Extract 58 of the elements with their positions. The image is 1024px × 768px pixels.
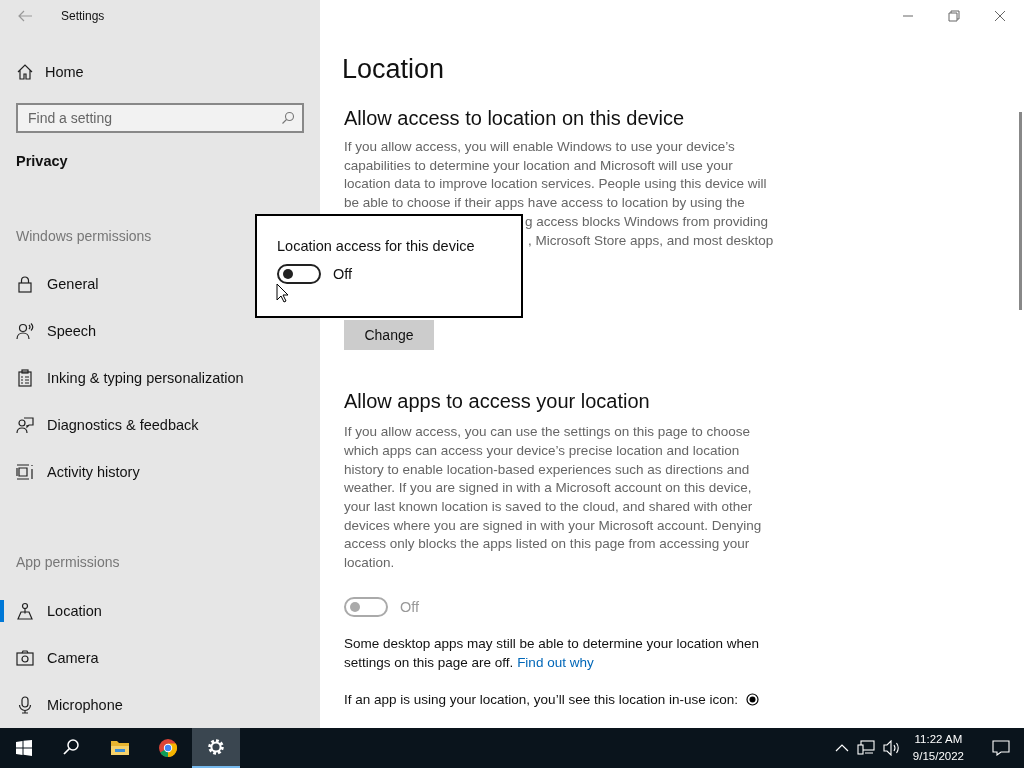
section-heading: Allow apps to access your location bbox=[344, 390, 651, 414]
scrollbar-thumb[interactable] bbox=[1019, 112, 1022, 310]
nav-item[interactable]: Activity history bbox=[0, 448, 320, 496]
toggle-label: Off bbox=[333, 266, 353, 282]
microphone-icon bbox=[16, 695, 34, 714]
windows-logo-icon bbox=[16, 740, 32, 756]
description-line: If you allow access, you will enable Windows to use your device’s bbox=[344, 138, 735, 156]
search-icon bbox=[281, 110, 295, 125]
notification-icon[interactable] bbox=[992, 740, 1010, 756]
home-link[interactable]: Home bbox=[16, 55, 84, 89]
section-title: Privacy bbox=[16, 152, 69, 169]
close-icon bbox=[994, 10, 1006, 22]
find-out-why-link[interactable]: Find out why bbox=[517, 654, 594, 670]
folder-icon bbox=[110, 738, 130, 758]
in-use-note: If an app is using your location, you’ll see this location in-use icon: bbox=[344, 692, 738, 708]
camera-icon bbox=[16, 648, 34, 667]
flyout-title: Location access for this device bbox=[277, 238, 476, 254]
page-title: Location bbox=[342, 54, 446, 85]
network-icon[interactable] bbox=[856, 740, 875, 756]
nav-item[interactable]: Speech bbox=[0, 307, 320, 355]
activity-icon bbox=[16, 462, 34, 481]
nav-item[interactable]: General bbox=[0, 260, 320, 308]
home-icon bbox=[16, 62, 34, 81]
description-text: If you allow access, you can use the settings on this page to choose which apps can access your device’s precise location and location history to enable location-based experiences such as directions and weather. If you are signed in with a Microsoft account on this device, your last known location is saved to the cloud, and shared with other devices where you are signed in with your Microsoft account. Denying access only blocks the apps listed on this page from accessing your location. bbox=[344, 423, 763, 573]
section-heading: Allow access to location on this device bbox=[344, 107, 686, 130]
nav-item[interactable]: Camera bbox=[0, 634, 320, 682]
nav-item[interactable]: Location bbox=[0, 587, 320, 635]
back-arrow-icon bbox=[17, 9, 33, 22]
lock-icon bbox=[16, 275, 34, 293]
person-sound-icon bbox=[16, 321, 34, 340]
chevron-up-icon[interactable] bbox=[834, 743, 849, 753]
person-feedback-icon bbox=[16, 415, 34, 434]
cursor-icon bbox=[276, 283, 289, 303]
window-title: Settings bbox=[61, 8, 105, 23]
restore-icon bbox=[948, 10, 960, 22]
volume-icon[interactable] bbox=[882, 740, 901, 756]
toggle-label: Off bbox=[400, 598, 420, 615]
gear-icon bbox=[206, 737, 226, 757]
change-button[interactable]: Change bbox=[344, 320, 434, 351]
group-heading: App permissions bbox=[16, 554, 120, 571]
location-icon bbox=[16, 601, 34, 620]
clock[interactable]: 11:22 AM 9/15/2022 bbox=[908, 731, 968, 765]
toggle-switch[interactable] bbox=[277, 264, 321, 284]
nav-item[interactable]: Inking & typing personalization bbox=[0, 354, 320, 402]
description-line: location data to improve location services. People using this device will bbox=[344, 175, 767, 194]
description-line: be able to choose if their apps have access to location by using the bbox=[344, 194, 745, 213]
group-heading: Windows permissions bbox=[16, 227, 152, 244]
description-line: g access blocks Windows from providing bbox=[525, 212, 769, 231]
search-field[interactable]: Find a setting bbox=[16, 102, 304, 133]
nav-item[interactable]: Microphone bbox=[0, 681, 320, 729]
browser-icon bbox=[158, 738, 178, 758]
taskbar-button[interactable] bbox=[192, 728, 240, 768]
location-in-use-icon bbox=[746, 693, 759, 707]
description-line: capabilities to determine your location and Microsoft will use your bbox=[344, 156, 733, 175]
clipboard-icon bbox=[16, 368, 34, 387]
description-line: , Microsoft Store apps, and most desktop bbox=[528, 231, 774, 250]
nav-item[interactable]: Diagnostics & feedback bbox=[0, 401, 320, 449]
note-text: Some desktop apps may still be able to determine your location when settings on this page are off. Find out why bbox=[344, 634, 760, 672]
